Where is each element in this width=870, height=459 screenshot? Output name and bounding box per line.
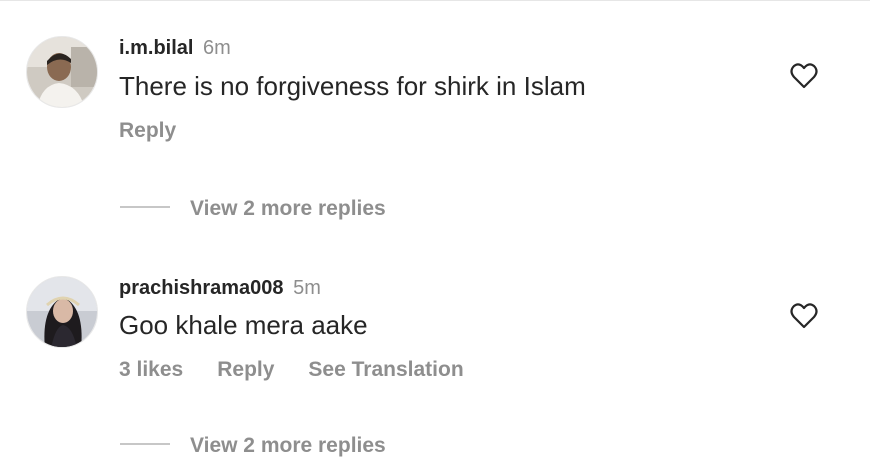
top-divider: [0, 0, 870, 1]
heart-outline-icon[interactable]: [790, 303, 818, 329]
view-more-replies-button[interactable]: View 2 more replies: [120, 433, 386, 459]
heart-outline-icon[interactable]: [790, 63, 818, 89]
view-more-replies-button[interactable]: View 2 more replies: [120, 196, 386, 222]
avatar-image: [27, 277, 97, 347]
username[interactable]: i.m.bilal: [119, 37, 193, 59]
replies-divider-line: [120, 206, 170, 209]
comment-meta: i.m.bilal 6m: [119, 36, 231, 60]
avatar[interactable]: [26, 36, 98, 108]
comment-meta: prachishrama008 5m: [119, 276, 321, 300]
comment-text: There is no forgiveness for shirk in Isl…: [119, 71, 586, 101]
view-replies-label: View 2 more replies: [190, 197, 386, 220]
view-replies-label: View 2 more replies: [190, 434, 386, 457]
reply-button[interactable]: Reply: [217, 358, 274, 381]
username[interactable]: prachishrama008: [119, 277, 284, 299]
likes-count[interactable]: 3 likes: [119, 358, 183, 381]
comment-actions: Reply: [119, 118, 210, 144]
see-translation-button[interactable]: See Translation: [308, 358, 463, 381]
timestamp: 6m: [203, 37, 231, 59]
reply-button[interactable]: Reply: [119, 119, 176, 142]
timestamp: 5m: [293, 277, 321, 299]
comment-text: Goo khale mera aake: [119, 310, 368, 340]
avatar-image: [27, 37, 97, 107]
replies-divider-line: [120, 443, 170, 446]
avatar[interactable]: [26, 276, 98, 348]
comment-actions: 3 likes Reply See Translation: [119, 357, 498, 383]
